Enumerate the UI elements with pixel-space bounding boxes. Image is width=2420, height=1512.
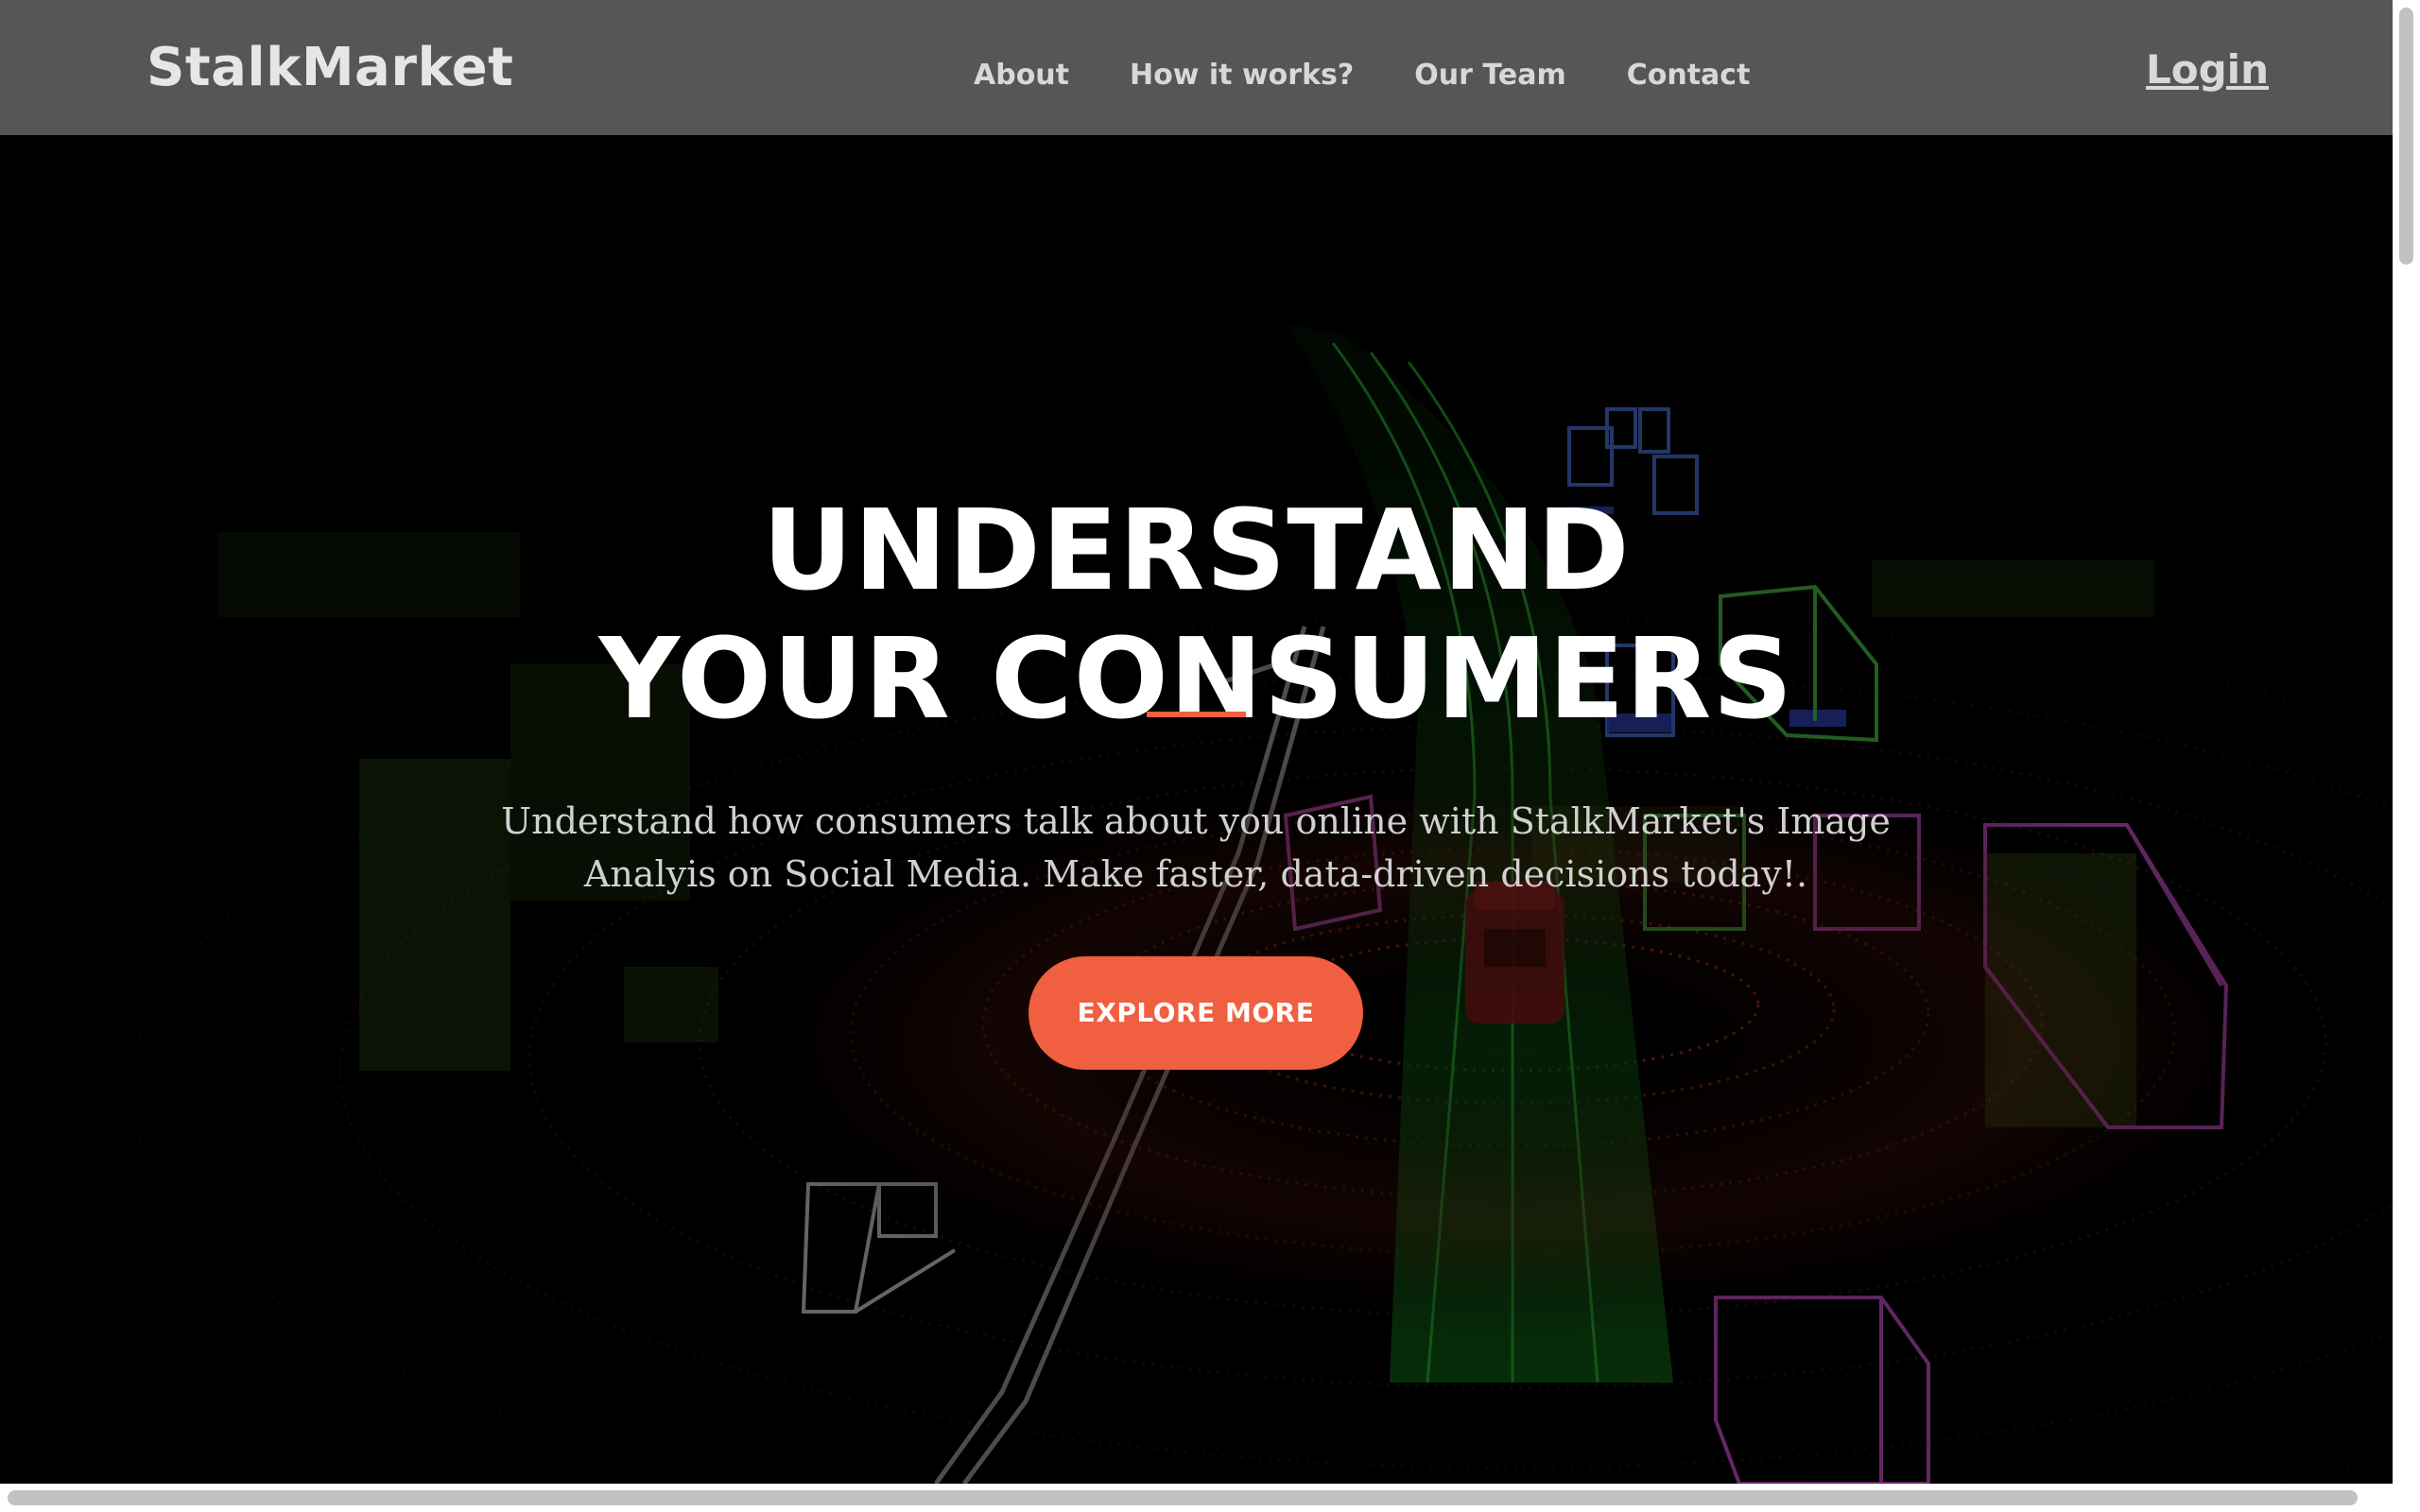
explore-more-button[interactable]: EXPLORE MORE [1028,956,1363,1070]
nav-our-team[interactable]: Our Team [1414,53,1565,98]
hero-section: UNDERSTAND YOUR CONSUMERS Understand how… [0,135,2393,1484]
browser-viewport: StalkMarket About How it works? Our Team… [0,0,2393,1484]
nav-contact[interactable]: Contact [1627,53,1751,98]
nav-about[interactable]: About [974,53,1069,98]
hero-title: UNDERSTAND YOUR CONSUMERS [0,486,2393,743]
hero-divider [1147,712,1246,717]
login-link[interactable]: Login [2146,42,2269,98]
brand-logo[interactable]: StalkMarket [147,34,513,102]
hero-title-line-2: YOUR CONSUMERS [598,613,1794,745]
nav-how-it-works[interactable]: How it works? [1130,53,1354,98]
horizontal-scrollbar[interactable] [0,1484,2420,1512]
horizontal-scrollbar-thumb[interactable] [8,1490,2358,1505]
vertical-scrollbar[interactable] [2393,0,2420,1484]
main-nav: About How it works? Our Team Contact [974,53,1750,98]
top-navbar: StalkMarket About How it works? Our Team… [0,0,2393,135]
hero-subtitle: Understand how consumers talk about you … [501,800,1891,895]
hero-title-line-1: UNDERSTAND [762,485,1631,616]
vertical-scrollbar-thumb[interactable] [2399,8,2413,265]
